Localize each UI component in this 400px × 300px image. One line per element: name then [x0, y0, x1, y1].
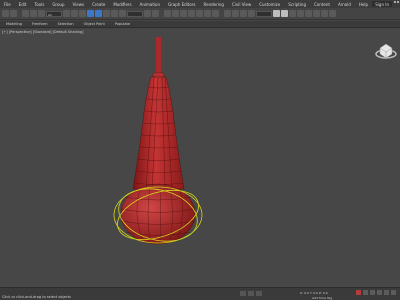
- align-icon[interactable]: [212, 10, 219, 17]
- reference-coordinate-dropdown[interactable]: [127, 10, 143, 17]
- auto-key-icon[interactable]: [356, 290, 361, 295]
- menu-content[interactable]: Content: [310, 2, 334, 7]
- named-selection-icon[interactable]: [196, 10, 203, 17]
- menu-views[interactable]: Views: [69, 2, 89, 7]
- schematic-view-icon[interactable]: [248, 10, 255, 17]
- ribbon-tabs: Modeling Freeform Selection Object Paint…: [0, 21, 400, 28]
- rendered-frame-window-icon[interactable]: [289, 10, 296, 17]
- menu-group[interactable]: Group: [48, 2, 68, 7]
- sign-in-label: Sign In: [375, 1, 389, 7]
- orbit-icon[interactable]: [384, 290, 389, 295]
- menu-customize[interactable]: Customize: [255, 2, 284, 7]
- bind-space-warp-icon[interactable]: [38, 10, 45, 17]
- menu-help[interactable]: Help: [355, 2, 372, 7]
- select-rotate-icon[interactable]: [103, 10, 110, 17]
- select-scale-icon[interactable]: [111, 10, 118, 17]
- status-bar: Click or click-and-drag to select object…: [0, 287, 400, 300]
- menu-scripting[interactable]: Scripting: [284, 2, 310, 7]
- spinner-snap-icon[interactable]: [188, 10, 195, 17]
- select-manipulate-icon[interactable]: [152, 10, 159, 17]
- add-time-tag-button[interactable]: Add Time Tag: [312, 296, 332, 300]
- vase-model[interactable]: [0, 29, 400, 287]
- selection-filter-value: All: [48, 12, 52, 17]
- undo-icon[interactable]: [2, 10, 9, 17]
- close-icon[interactable]: [397, 1, 399, 3]
- go-to-end-icon[interactable]: [256, 291, 262, 296]
- tab-selection[interactable]: Selection: [58, 22, 74, 26]
- workspace-dropdown[interactable]: [256, 10, 272, 17]
- go-to-start-icon[interactable]: [240, 291, 246, 296]
- zoom-icon[interactable]: [370, 290, 375, 295]
- menu-modifiers[interactable]: Modifiers: [109, 2, 135, 7]
- play-icon[interactable]: [248, 291, 254, 296]
- selection-filter-dropdown[interactable]: All: [46, 10, 62, 17]
- window-crossing-icon[interactable]: [87, 10, 94, 17]
- select-object-icon[interactable]: [63, 10, 70, 17]
- sign-in-button[interactable]: Sign In: [372, 1, 392, 7]
- tab-modeling[interactable]: Modeling: [6, 22, 22, 26]
- tab-populate[interactable]: Populate: [115, 22, 130, 26]
- mirror-icon[interactable]: [204, 10, 211, 17]
- command-panel-icon[interactable]: [329, 10, 336, 17]
- menu-graph-editors[interactable]: Graph Editors: [164, 2, 199, 7]
- arnold-render-icon[interactable]: [321, 10, 328, 17]
- angle-snap-icon[interactable]: [172, 10, 179, 17]
- pivot-point-icon[interactable]: [144, 10, 151, 17]
- percent-snap-icon[interactable]: [180, 10, 187, 17]
- main-toolbar: All: [0, 8, 400, 20]
- animation-controls: [240, 291, 262, 296]
- link-icon[interactable]: [22, 10, 29, 17]
- menu-create[interactable]: Create: [88, 2, 109, 7]
- set-key-icon[interactable]: [363, 290, 368, 295]
- coordinate-readout[interactable]: X: 0.0 Y: 0.0 Z: 0.0: [300, 291, 328, 295]
- menu-tools[interactable]: Tools: [30, 2, 48, 7]
- menu-edit[interactable]: Edit: [15, 2, 31, 7]
- rectangular-selection-icon[interactable]: [79, 10, 86, 17]
- menu-civil-view[interactable]: Civil View: [228, 2, 255, 7]
- perspective-viewport[interactable]: [+] [Perspective] [Standard] [Default Sh…: [0, 29, 400, 287]
- render-production-icon[interactable]: [297, 10, 304, 17]
- menu-file[interactable]: File: [0, 2, 15, 7]
- navigation-tools: [356, 290, 396, 295]
- tab-object-paint[interactable]: Object Paint: [84, 22, 105, 26]
- menu-animation[interactable]: Animation: [136, 2, 164, 7]
- unlink-icon[interactable]: [30, 10, 37, 17]
- menu-arnold[interactable]: Arnold: [334, 2, 355, 7]
- status-message: Click or click-and-drag to select object…: [2, 295, 71, 299]
- a360-gallery-icon[interactable]: [313, 10, 320, 17]
- menu-rendering[interactable]: Rendering: [200, 2, 228, 7]
- toggle-ribbon-icon[interactable]: [232, 10, 239, 17]
- layer-explorer-icon[interactable]: [224, 10, 231, 17]
- select-by-name-icon[interactable]: [71, 10, 78, 17]
- snaps-toggle-icon[interactable]: [164, 10, 171, 17]
- window-controls: [394, 1, 399, 3]
- menu-bar: File Edit Tools Group Views Create Modif…: [0, 0, 400, 8]
- select-move-icon[interactable]: [95, 10, 102, 17]
- material-editor-icon[interactable]: [273, 10, 280, 17]
- maximize-viewport-icon[interactable]: [391, 290, 396, 295]
- curve-editor-icon[interactable]: [240, 10, 247, 17]
- tab-freeform[interactable]: Freeform: [32, 22, 48, 26]
- render-setup-icon[interactable]: [281, 10, 288, 17]
- render-in-cloud-icon[interactable]: [305, 10, 312, 17]
- minimize-icon[interactable]: [394, 1, 396, 3]
- redo-icon[interactable]: [10, 10, 17, 17]
- pan-icon[interactable]: [377, 290, 382, 295]
- select-place-icon[interactable]: [119, 10, 126, 17]
